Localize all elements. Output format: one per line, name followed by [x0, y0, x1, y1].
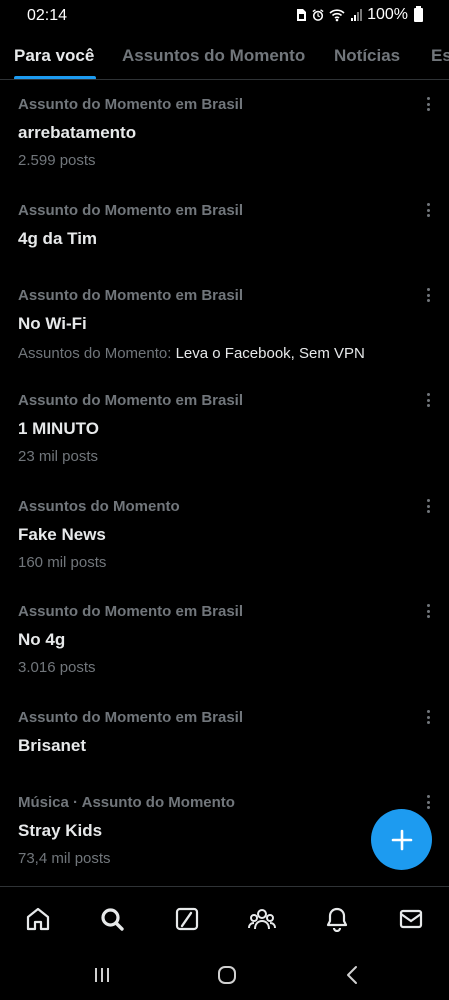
trend-title: 4g da Tim [18, 229, 98, 248]
more-options-icon[interactable] [420, 792, 436, 812]
battery-icon [414, 6, 423, 22]
tab-assuntos-do-momento[interactable]: Assuntos do Momento [122, 46, 305, 66]
recents-button[interactable] [90, 964, 114, 986]
trend-title: Fake News [18, 525, 106, 544]
back-icon [347, 966, 357, 984]
more-options-icon[interactable] [420, 285, 436, 305]
more-options-icon[interactable] [420, 390, 436, 410]
system-navigation-bar [0, 950, 449, 1000]
status-bar: 02:14 100% [0, 0, 449, 32]
signal-icon [351, 9, 363, 21]
communities-icon [248, 909, 276, 930]
nav-search[interactable] [98, 905, 126, 933]
search-icon [101, 908, 124, 931]
more-options-icon[interactable] [420, 94, 436, 114]
trend-post-count: 73,4 mil posts [18, 850, 111, 867]
nav-home[interactable] [24, 905, 52, 933]
notifications-icon [326, 907, 348, 932]
messages-icon [399, 909, 423, 929]
trend-post-count: 23 mil posts [18, 448, 99, 465]
trend-title: 1 MINUTO [18, 419, 99, 438]
trend-title: No 4g [18, 630, 66, 649]
nav-notifications[interactable] [323, 905, 351, 933]
recents-icon [95, 968, 109, 982]
trend-title: arrebatamento [18, 123, 137, 142]
trend-post-count: 2.599 posts [18, 152, 96, 169]
grok-icon [175, 907, 199, 931]
tab-para-voce[interactable]: Para você [14, 46, 94, 66]
trend-context: Assunto do Momento em Brasil [18, 603, 244, 620]
trend-title: Brisanet [18, 736, 87, 755]
home-icon [26, 907, 50, 931]
status-time: 02:14 [27, 7, 68, 24]
status-icons: 100% [295, 6, 423, 24]
trend-context: Música · Assunto do Momento [18, 794, 235, 811]
related-terms[interactable]: Leva o Facebook, Sem VPN [176, 345, 365, 362]
nav-grok[interactable] [173, 905, 201, 933]
tab-noticias[interactable]: Notícias [334, 46, 400, 66]
more-options-icon[interactable] [420, 200, 436, 220]
trend-context: Assunto do Momento em Brasil [18, 96, 244, 113]
trend-context: Assunto do Momento em Brasil [18, 392, 244, 409]
trend-context: Assunto do Momento em Brasil [18, 287, 244, 304]
related-prefix: Assuntos do Momento: [18, 345, 176, 362]
nav-communities[interactable] [248, 905, 276, 933]
nav-messages[interactable] [397, 905, 425, 933]
trend-title: Stray Kids [18, 821, 103, 840]
plus-icon [391, 829, 412, 850]
alarm-icon [312, 9, 324, 21]
compose-post-button[interactable] [371, 809, 432, 870]
system-home-button[interactable] [215, 964, 239, 986]
trend-post-count: 3.016 posts [18, 659, 96, 676]
wifi-icon [329, 9, 345, 22]
tab-esportes[interactable]: Esportes [431, 46, 449, 66]
more-options-icon[interactable] [420, 707, 436, 727]
more-options-icon[interactable] [420, 601, 436, 621]
trend-context: Assunto do Momento em Brasil [18, 709, 244, 726]
trend-context: Assunto do Momento em Brasil [18, 202, 244, 219]
sim-icon [297, 9, 307, 21]
bottom-navigation [0, 886, 449, 950]
home-circle-icon [218, 966, 236, 984]
battery-percent: 100% [367, 6, 408, 23]
active-tab-indicator [14, 76, 96, 79]
trend-context: Assuntos do Momento [18, 498, 180, 515]
trend-related: Assuntos do Momento: Leva o Facebook, Se… [18, 345, 365, 362]
trend-title: No Wi-Fi [18, 314, 87, 333]
explore-tabs: Para você Assuntos do Momento Notícias E… [0, 32, 449, 80]
more-options-icon[interactable] [420, 496, 436, 516]
system-back-button[interactable] [341, 964, 365, 986]
trend-post-count: 160 mil posts [18, 554, 107, 571]
